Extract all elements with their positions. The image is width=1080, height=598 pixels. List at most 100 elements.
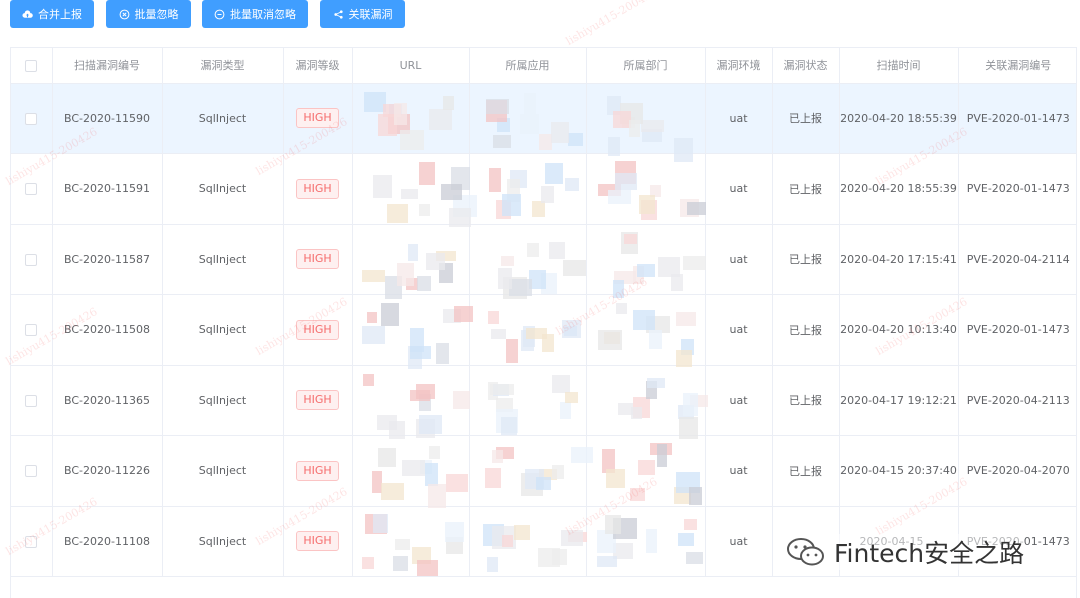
header-scan-time[interactable]: 扫描时间 (839, 48, 959, 84)
redacted-mosaic (470, 84, 586, 154)
watermark-text: lishiyu415-200426 (563, 0, 660, 48)
cell-level: HIGH (283, 83, 353, 154)
cell-app-redacted (469, 224, 587, 299)
header-app[interactable]: 所属应用 (469, 48, 587, 84)
cell-dept-redacted (586, 153, 707, 225)
cell-id: BC-2020-11108 (52, 506, 163, 577)
redacted-mosaic (353, 225, 469, 299)
cell-id: BC-2020-11365 (52, 365, 163, 436)
cell-type: SqlInject (162, 435, 284, 507)
severity-badge: HIGH (296, 319, 339, 340)
cell-app-redacted (469, 506, 587, 577)
cell-url-redacted (352, 294, 473, 370)
cell-type: SqlInject (162, 153, 284, 225)
batch-unignore-button[interactable]: 批量取消忽略 (202, 0, 308, 28)
redacted-mosaic (353, 295, 473, 370)
cell-url-redacted (352, 83, 470, 154)
cell-level: HIGH (283, 153, 353, 225)
cell-type: SqlInject (162, 224, 284, 295)
cell-level: HIGH (283, 365, 353, 436)
header-url[interactable]: URL (352, 48, 470, 84)
table-row[interactable]: BC-2020-11226 SqlInject HIGH uat 已上报 2020-04-… (11, 435, 1076, 508)
row-checkbox[interactable] (25, 535, 38, 548)
checkbox-cell (11, 365, 53, 436)
severity-badge: HIGH (296, 249, 339, 270)
severity-badge: HIGH (296, 178, 339, 199)
redacted-mosaic (470, 436, 594, 506)
cell-scan-time: 2020-04-20 10:13:40 (839, 294, 959, 366)
cell-type: SqlInject (162, 506, 284, 577)
row-checkbox[interactable] (25, 394, 38, 407)
batch-ignore-button[interactable]: 批量忽略 (106, 0, 191, 28)
cell-app-redacted (469, 365, 587, 436)
header-related-id[interactable]: 关联漏洞编号 (958, 48, 1076, 84)
row-checkbox[interactable] (25, 465, 38, 478)
cell-status: 已上报 (772, 153, 840, 225)
redacted-mosaic (587, 84, 705, 162)
cell-dept-redacted (586, 435, 706, 507)
cell-type: SqlInject (162, 365, 284, 436)
link-vuln-button[interactable]: 关联漏洞 (320, 0, 405, 28)
row-checkbox[interactable] (25, 324, 38, 337)
table-row[interactable]: BC-2020-11508 SqlInject HIGH uat 已上报 2020-04-… (11, 294, 1076, 370)
select-all-checkbox[interactable] (25, 59, 38, 72)
redacted-mosaic (587, 436, 705, 506)
cell-status: 已上报 (772, 365, 840, 436)
table-row[interactable]: BC-2020-11591 SqlInject HIGH uat 已上报 2020-04-… (11, 153, 1076, 228)
link-vuln-label: 关联漏洞 (348, 8, 393, 21)
cell-env: uat (705, 506, 773, 577)
cell-level: HIGH (283, 224, 353, 295)
cell-dept-redacted (586, 294, 706, 368)
row-checkbox[interactable] (25, 253, 38, 266)
cell-scan-time: 2020-04-20 18:55:39 (839, 83, 959, 154)
header-env[interactable]: 漏洞环境 (705, 48, 773, 84)
table-row[interactable]: BC-2020-11587 SqlInject HIGH uat 已上报 2020-04-… (11, 224, 1076, 299)
redacted-mosaic (353, 366, 471, 440)
merge-report-button[interactable]: 合并上报 (10, 0, 94, 28)
cell-related-id: PVE-2020-01-1473 (958, 294, 1076, 366)
checkbox-cell (11, 294, 53, 366)
batch-ignore-label: 批量忽略 (134, 8, 179, 21)
redacted-mosaic (470, 154, 586, 224)
share-icon (333, 9, 343, 19)
header-type[interactable]: 漏洞类型 (162, 48, 284, 84)
header-level[interactable]: 漏洞等级 (283, 48, 353, 84)
redacted-mosaic (587, 295, 705, 368)
circle-minus-icon (214, 9, 225, 19)
cell-env: uat (705, 435, 773, 507)
vulnerability-table: 扫描漏洞编号 漏洞类型 漏洞等级 URL 所属应用 所属部门 漏洞环境 漏洞状态… (10, 47, 1077, 598)
header-status[interactable]: 漏洞状态 (772, 48, 840, 84)
redacted-mosaic (470, 366, 586, 436)
header-dept[interactable]: 所属部门 (586, 48, 706, 84)
cell-url-redacted (352, 435, 470, 508)
checkbox-cell (11, 153, 53, 225)
cell-status: 已上报 (772, 83, 840, 154)
checkbox-cell (11, 435, 53, 507)
table-header-row: 扫描漏洞编号 漏洞类型 漏洞等级 URL 所属应用 所属部门 漏洞环境 漏洞状态… (11, 48, 1076, 84)
cell-scan-time: 2020-04-15 20:37:40 (839, 435, 959, 507)
table-row[interactable]: BC-2020-11365 SqlInject HIGH uat 已上报 2020-04-… (11, 365, 1076, 440)
cell-related-id: PVE-2020-04-2070 (958, 435, 1076, 507)
cell-dept-redacted (586, 83, 706, 162)
cloud-upload-icon (22, 9, 33, 18)
cell-type: SqlInject (162, 83, 284, 154)
brand-overlay: Fintech安全之路 (786, 534, 1025, 570)
row-checkbox[interactable] (25, 183, 38, 196)
wechat-icon (787, 538, 824, 566)
cell-env: uat (705, 83, 773, 154)
header-id[interactable]: 扫描漏洞编号 (52, 48, 163, 84)
select-all-cell (11, 48, 53, 84)
cell-url-redacted (352, 365, 471, 440)
cell-type: SqlInject (162, 294, 284, 366)
cell-env: uat (705, 294, 773, 366)
cell-status: 已上报 (772, 294, 840, 366)
redacted-mosaic (470, 295, 586, 365)
cell-level: HIGH (283, 506, 353, 577)
row-checkbox[interactable] (25, 112, 38, 125)
severity-badge: HIGH (296, 460, 339, 481)
cell-app-redacted (469, 83, 587, 154)
redacted-mosaic (587, 225, 706, 299)
cell-id: BC-2020-11591 (52, 153, 163, 225)
cell-id: BC-2020-11226 (52, 435, 163, 507)
table-row[interactable]: BC-2020-11590 SqlInject HIGH uat 已上报 2020-04-… (11, 83, 1076, 162)
